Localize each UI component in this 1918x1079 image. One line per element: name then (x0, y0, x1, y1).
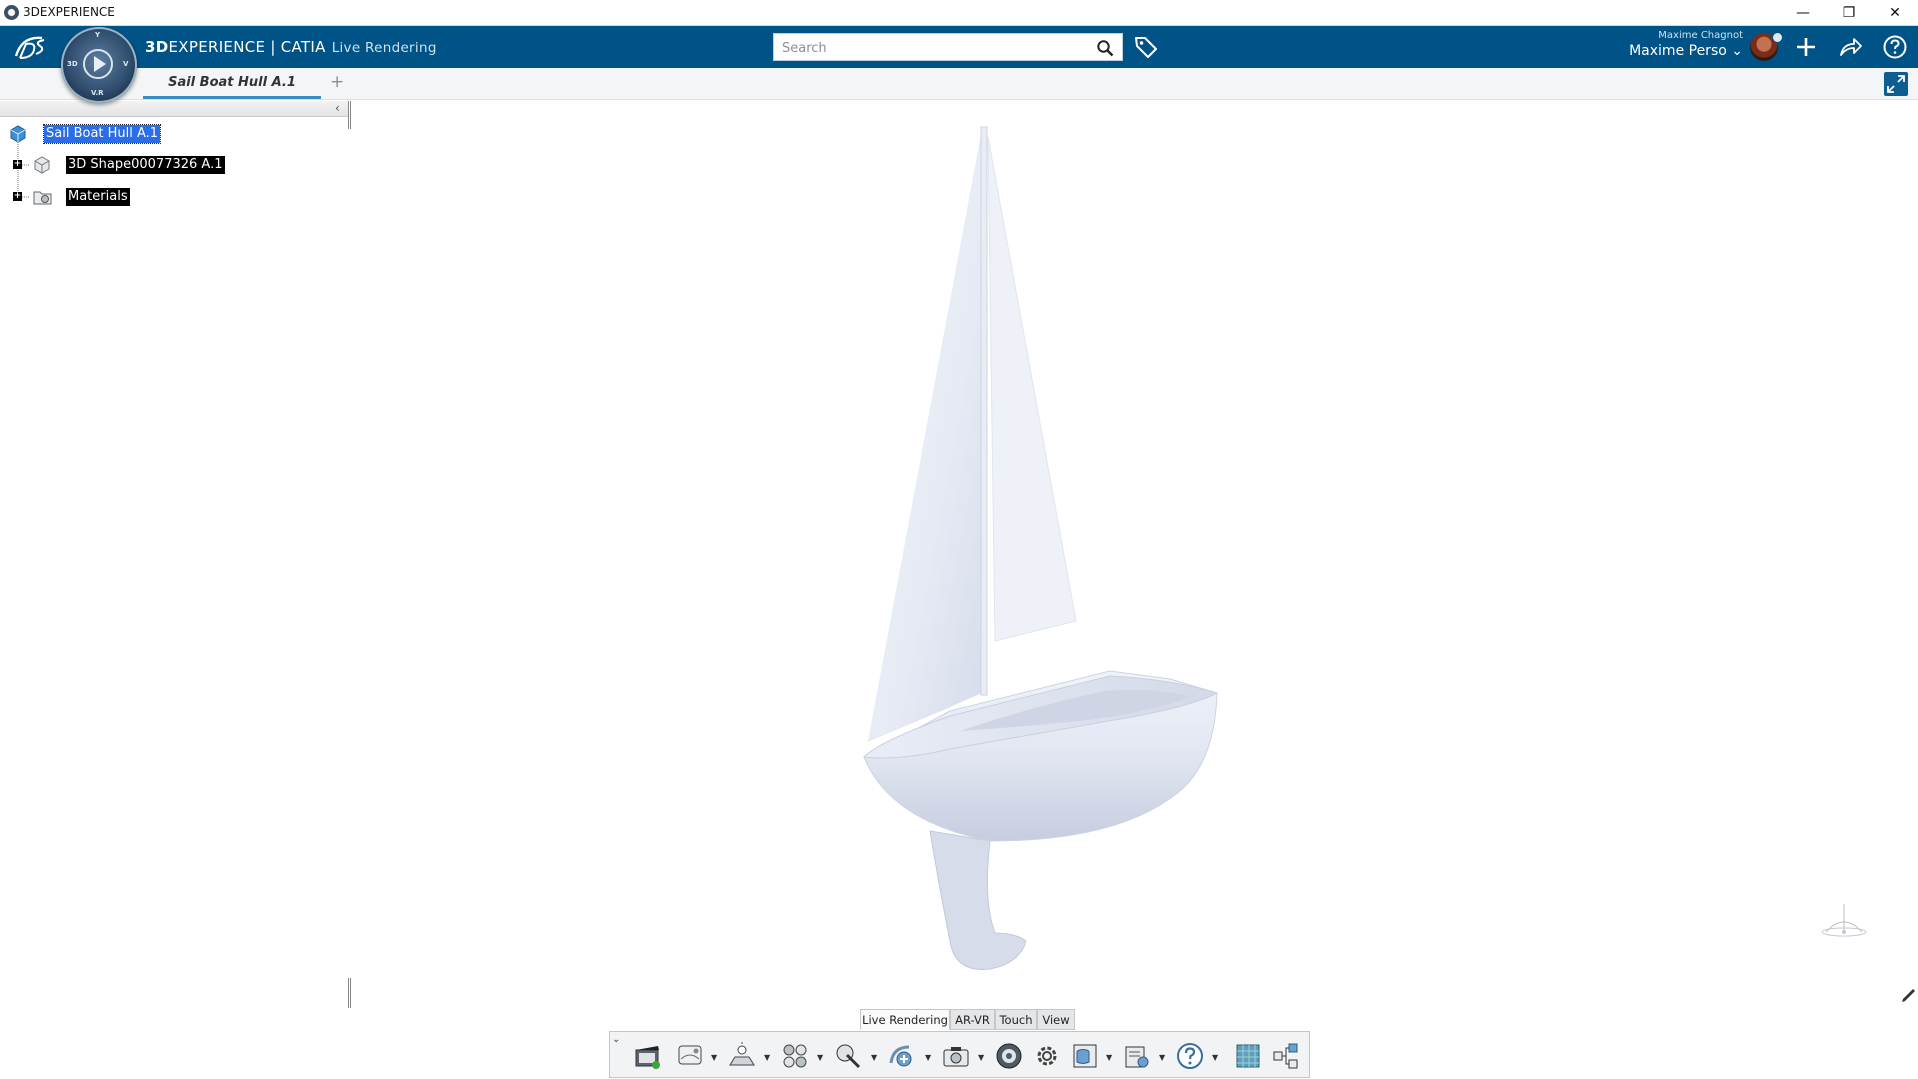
chevron-down-icon: ⌄ (1731, 43, 1743, 59)
tree-label-materials[interactable]: Materials (66, 188, 130, 206)
3d-shape-icon (34, 156, 50, 174)
compass-label-top: Y (95, 31, 101, 39)
tab-strip: Sail Boat Hull A.1 + (0, 68, 1918, 100)
tab-view[interactable]: View (1037, 1009, 1075, 1030)
brand-title: 3DEXPERIENCE | CATIA Live Rendering (145, 38, 437, 56)
tab-live-rendering[interactable]: Live Rendering (860, 1009, 950, 1030)
dropdown-arrow-icon[interactable]: ▼ (711, 1053, 717, 1062)
plus-icon[interactable] (1793, 34, 1819, 60)
tab-sail-boat-hull[interactable]: Sail Boat Hull A.1 (143, 68, 321, 99)
environment-icon[interactable] (676, 1041, 706, 1071)
search-input[interactable] (774, 34, 1084, 62)
tab-touch[interactable]: Touch (995, 1009, 1037, 1030)
expand-icon[interactable]: + (13, 160, 22, 169)
search-box (773, 33, 1123, 62)
sail-boat-model[interactable] (650, 101, 1250, 981)
3d-viewport[interactable] (350, 101, 1918, 1077)
materials-icon[interactable] (780, 1041, 810, 1071)
configure-icon[interactable] (1122, 1041, 1152, 1071)
dropdown-arrow-icon[interactable]: ▼ (817, 1053, 823, 1062)
restore-window-button[interactable]: ❐ (1826, 0, 1872, 26)
dropdown-arrow-icon[interactable]: ▼ (871, 1053, 877, 1062)
action-bar-toggle-icon[interactable]: ⌄ (612, 1034, 620, 1045)
app-name: Live Rendering (331, 40, 437, 56)
animation-icon[interactable] (633, 1041, 663, 1071)
top-bar: 3DEXPERIENCE | CATIALive Rendering Maxim… (0, 26, 1918, 68)
tree-label-3d-shape[interactable]: 3D Shape00077326 A.1 (66, 156, 225, 174)
brand-bold: 3D (145, 38, 169, 56)
add-tab-button[interactable]: + (330, 72, 344, 92)
tree-label-root[interactable]: Sail Boat Hull A.1 (42, 124, 162, 144)
dropdown-arrow-icon[interactable]: ▼ (1212, 1053, 1218, 1062)
capture-icon[interactable] (941, 1041, 971, 1071)
dropdown-arrow-icon[interactable]: ▼ (764, 1053, 770, 1062)
close-button[interactable]: ✕ (1872, 0, 1918, 26)
collapse-tree-button[interactable]: ‹ (335, 101, 340, 115)
add-camera-icon[interactable] (887, 1041, 917, 1071)
compass-label-left: 3D (67, 60, 78, 68)
fullscreen-toggle-icon[interactable] (1884, 72, 1908, 96)
user-account-name: Maxime Chagnot (1658, 30, 1743, 41)
expand-icon[interactable]: + (13, 192, 22, 201)
compass-label-right: V (123, 60, 129, 68)
ds-logo-icon[interactable] (12, 32, 50, 62)
lighting-icon[interactable] (727, 1041, 757, 1071)
window-title: 3DEXPERIENCE (23, 5, 115, 19)
texture-icon[interactable] (1233, 1041, 1263, 1071)
3dexperience-app-icon (4, 5, 19, 20)
structure-icon[interactable] (1271, 1041, 1301, 1071)
dropdown-arrow-icon[interactable]: ▼ (925, 1053, 931, 1062)
render-icon[interactable] (994, 1041, 1024, 1071)
tree-panel-header (0, 101, 348, 117)
help-icon[interactable] (1175, 1041, 1205, 1071)
materials-folder-icon (33, 191, 52, 205)
help-icon[interactable] (1882, 34, 1908, 60)
search-icon[interactable] (1096, 39, 1114, 57)
view-orientation-icon[interactable] (1818, 902, 1870, 942)
3d-compass[interactable]: Y 3D V V.R (61, 27, 137, 103)
minimize-button[interactable]: — (1780, 0, 1826, 26)
settings-icon[interactable] (1032, 1041, 1062, 1071)
window-titlebar: 3DEXPERIENCE — ❐ ✕ (0, 0, 1918, 26)
share-icon[interactable] (1837, 34, 1863, 60)
user-menu[interactable]: Maxime Chagnot Maxime Perso ⌄ (1629, 30, 1743, 59)
appearance-icon[interactable] (833, 1041, 863, 1071)
tab-ar-vr[interactable]: AR-VR (950, 1009, 995, 1030)
user-display-name: Maxime Perso (1629, 43, 1727, 59)
notification-badge-icon (1772, 32, 1783, 43)
play-icon[interactable] (83, 49, 113, 79)
dropdown-arrow-icon[interactable]: ▼ (1106, 1053, 1112, 1062)
product-icon (10, 125, 26, 143)
tag-icon[interactable] (1133, 34, 1159, 60)
compass-label-bottom: V.R (91, 89, 104, 97)
annotation-pen-icon[interactable] (1900, 988, 1916, 1004)
dropdown-arrow-icon[interactable]: ▼ (978, 1053, 984, 1062)
dropdown-arrow-icon[interactable]: ▼ (1159, 1053, 1165, 1062)
brand-rest: EXPERIENCE | CATIA (168, 38, 326, 56)
database-icon[interactable] (1070, 1041, 1100, 1071)
